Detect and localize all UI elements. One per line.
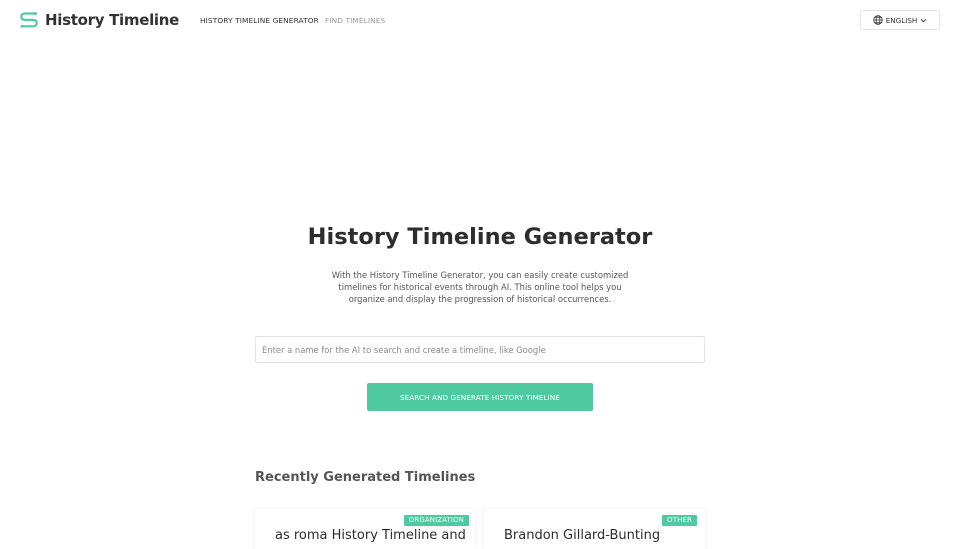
nav-history-timeline-generator[interactable]: HISTORY TIMELINE GENERATOR	[200, 16, 319, 25]
globe-icon	[873, 15, 883, 25]
category-badge: ORGANIZATION	[403, 515, 469, 526]
logo-text: History Timeline	[45, 11, 180, 29]
site-header: History Timeline HISTORY TIMELINE GENERA…	[0, 0, 960, 40]
timeline-search-input[interactable]	[255, 336, 705, 363]
timeline-card-title: as roma History Timeline and	[275, 528, 466, 543]
timeline-logo-icon	[20, 12, 38, 28]
language-label: ENGLISH	[885, 15, 918, 25]
timeline-card[interactable]: OTHER Brandon Gillard-Bunting	[484, 509, 705, 549]
search-generate-button[interactable]: SEARCH AND GENERATE HISTORY TIMELINE	[367, 383, 593, 411]
chevron-down-icon	[920, 18, 927, 22]
recent-timelines-heading: Recently Generated Timelines	[255, 470, 476, 485]
timeline-card[interactable]: ORGANIZATION as roma History Timeline an…	[255, 509, 475, 549]
page-title: History Timeline Generator	[307, 224, 653, 250]
logo-link[interactable]: History Timeline	[19, 10, 179, 30]
language-selector[interactable]: ENGLISH	[860, 10, 940, 30]
category-badge: OTHER	[662, 515, 697, 526]
timeline-card-title: Brandon Gillard-Bunting	[504, 528, 661, 543]
nav-find-timelines[interactable]: FIND TIMELINES	[325, 16, 385, 25]
page-description: With the History Timeline Generator, you…	[331, 270, 629, 304]
